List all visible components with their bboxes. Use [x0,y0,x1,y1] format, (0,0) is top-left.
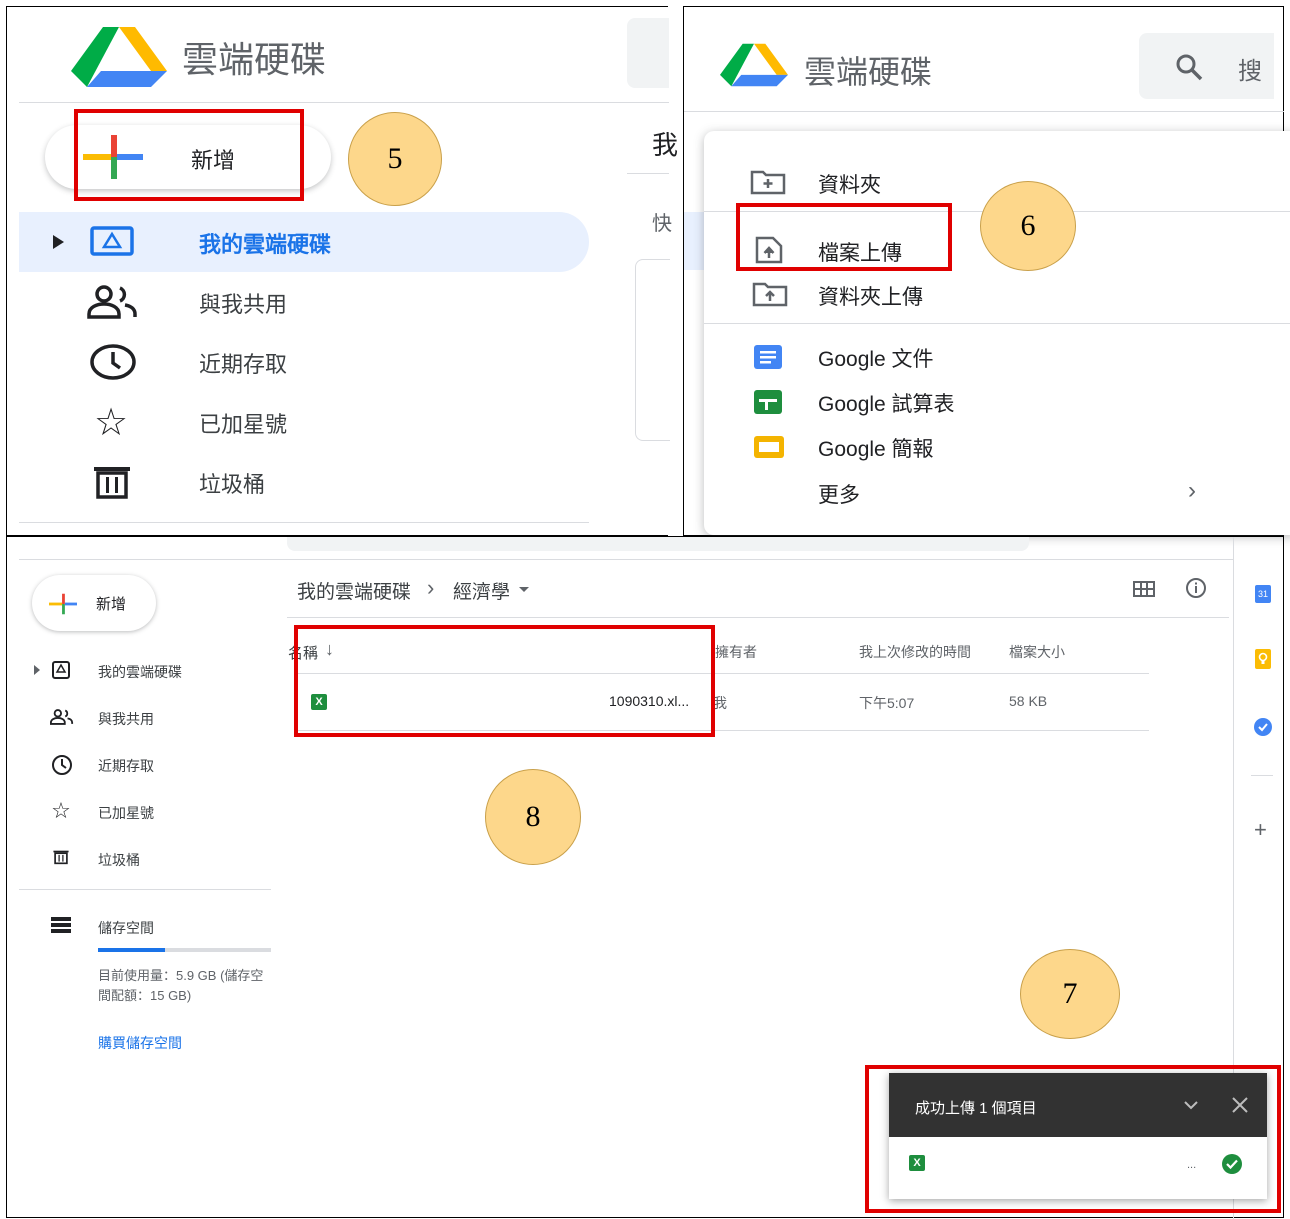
expand-arrow-icon[interactable] [53,235,64,249]
storage-icon [51,917,71,933]
google-sheets-icon [754,390,782,414]
menu-item-folder-upload[interactable]: 資料夾上傳 [818,281,923,311]
column-header-size: 檔案大小 [1009,644,1065,660]
breadcrumb-current[interactable]: 經濟學 [453,577,510,604]
highlight-upload-toast [865,1065,1281,1213]
grid-view-icon[interactable] [1133,581,1155,597]
buy-storage-link[interactable]: 購買儲存空間 [98,1033,182,1053]
breadcrumb-separator: › [427,575,435,600]
search-bar-fragment [287,537,1029,551]
column-header-owner: 擁有者 [715,644,757,660]
column-header-modified[interactable]: 我上次修改的時間 [859,642,971,662]
behind-nav-highlight [684,212,706,270]
nav-label-trash[interactable]: 垃圾桶 [199,467,265,499]
storage-usage-line2: 間配額：15 GB) [98,988,192,1003]
search-placeholder: 搜 [1238,58,1262,85]
google-slides-icon [754,436,784,458]
file-modified: 下午5:07 [859,695,915,711]
panel-a: 雲端硬碟 新增 5 我 快 我的雲端硬碟 與我共用 近期存取 ☆ 已加星號 垃圾… [6,6,678,536]
storage-bar [98,948,271,952]
nav-label-starred[interactable]: 已加星號 [199,407,287,439]
file-owner: 我 [713,695,727,711]
step-marker-7: 7 [1020,949,1120,1039]
star-icon: ☆ [51,798,71,823]
rail-divider [1251,775,1273,776]
new-button[interactable]: 新增 [32,575,156,631]
nav-label-starred[interactable]: 已加星號 [98,803,154,823]
header-divider [19,559,1234,560]
highlight-file-upload [736,203,952,271]
info-icon[interactable] [1185,577,1207,599]
nav-label-shared[interactable]: 與我共用 [199,287,287,319]
shared-people-icon [50,709,74,725]
nav-label-recent[interactable]: 近期存取 [199,347,287,379]
header-divider [684,111,1284,112]
storage-usage-line1: 目前使用量：5.9 GB (儲存空 [98,968,264,983]
panel-b: 雲端硬碟 搜 資料夾 檔案上傳 資料夾上傳 Google 文件 Google 試… [683,6,1290,536]
nav-label-my-drive[interactable]: 我的雲端硬碟 [98,662,182,682]
brand-title: 雲端硬碟 [804,54,933,90]
breadcrumb-root[interactable]: 我的雲端硬碟 [297,577,411,604]
menu-item-more[interactable]: 更多 [818,479,860,509]
new-button-label: 新增 [96,596,127,613]
card-fragment [635,259,670,441]
drive-icon [90,226,134,256]
menu-item-folder[interactable]: 資料夾 [818,169,881,199]
trash-icon [53,850,69,865]
trash-icon [94,467,130,499]
header-divider [19,102,669,103]
tasks-icon[interactable] [1253,717,1273,737]
file-size: 58 KB [1009,693,1048,709]
search-bar-fragment[interactable] [627,18,669,88]
cut-heading-char: 我 [652,130,679,160]
menu-item-slides[interactable]: Google 簡報 [818,433,934,463]
star-icon: ☆ [93,401,129,444]
nav-label-shared[interactable]: 與我共用 [98,709,154,729]
menu-item-docs[interactable]: Google 文件 [818,343,934,373]
plus-icon [49,593,77,615]
shared-people-icon [87,285,137,319]
chevron-right-icon: › [1188,477,1196,504]
nav-divider [19,522,589,523]
main-divider [287,617,1229,618]
nav-label-my-drive: 我的雲端硬碟 [199,232,332,257]
step-marker-8: 8 [485,769,581,865]
drive-icon [52,661,70,679]
menu-item-sheets[interactable]: Google 試算表 [818,388,955,418]
expand-arrow-icon[interactable] [34,665,40,675]
clock-icon [90,344,136,380]
panel-c: 新增 我的雲端硬碟 與我共用 近期存取 ☆ 已加星號 垃圾桶 儲存空間 目前使用… [6,536,1284,1219]
drive-logo-icon [720,43,788,87]
content-divider [627,173,669,174]
nav-divider [19,889,271,890]
nav-label-recent[interactable]: 近期存取 [98,756,154,776]
highlight-uploaded-file [294,625,715,737]
step-marker-6: 6 [980,181,1076,271]
search-bar[interactable]: 搜 [1139,33,1274,99]
keep-icon[interactable] [1255,649,1271,669]
add-addon-icon[interactable]: + [1254,817,1267,843]
folder-upload-icon [752,282,788,307]
calendar-icon[interactable]: 31 [1255,585,1271,603]
clock-icon [52,755,72,775]
step-marker-5: 5 [348,112,442,206]
new-folder-icon [750,170,786,195]
breadcrumb-dropdown-icon[interactable] [519,587,529,592]
storage-label[interactable]: 儲存空間 [98,918,154,938]
search-icon[interactable] [1175,53,1203,81]
brand-title: 雲端硬碟 [182,39,327,80]
menu-divider [704,323,1290,324]
google-docs-icon [754,345,782,369]
storage-bar-fill [98,948,166,952]
drive-logo-icon [71,27,167,87]
cut-quick-char: 快 [652,213,672,235]
nav-label-trash[interactable]: 垃圾桶 [98,850,140,870]
highlight-new-button [74,109,304,201]
